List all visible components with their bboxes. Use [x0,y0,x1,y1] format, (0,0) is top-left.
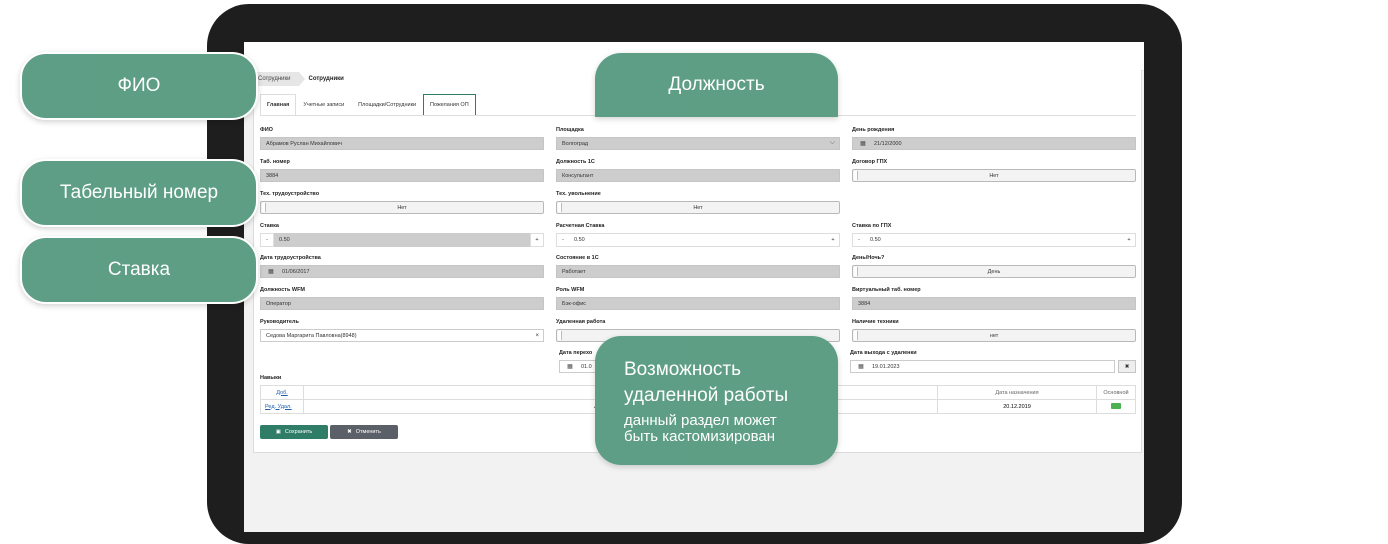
clear-icon[interactable]: × [535,333,539,339]
tab-wishes[interactable]: Пожелания ОП [423,94,476,116]
callout-tab-number: Табельный номер [20,159,258,227]
column-date: Дата назначения [937,385,1097,400]
manager-select[interactable]: Седова Маргарита Павловна(8948) × [260,329,544,342]
calc-rate-label: Расчетная Ставка [556,223,605,229]
position-1c-label: Должность 1С [556,159,595,165]
tab-main[interactable]: Главная [260,94,297,116]
day-night-label: День/Ночь? [852,255,885,261]
cancel-button[interactable]: ✖ Отменить [330,425,398,439]
gph-rate-label: Ставка по ГПХ [852,223,892,229]
cancel-button-label: Отменить [355,429,381,435]
gph-rate-stepper: - 0.50 + [852,233,1136,247]
callout-remote-title: Возможность удаленной работы [624,358,789,406]
calendar-icon[interactable]: ▦ [856,363,866,370]
gph-rate-value[interactable]: 0.50 [865,234,1123,246]
wfm-role-field[interactable]: Бэк-офис [556,297,840,310]
equipment-toggle[interactable]: нет [852,329,1136,342]
callout-remote-work: Возможность удаленной работы данный разд… [595,336,838,465]
rate-minus-button[interactable]: - [260,233,274,247]
transfer-date-value: 01.0 [581,363,592,370]
wfm-position-label: Должность WFM [260,287,306,293]
rate-plus-button[interactable]: + [530,233,544,247]
edit-delete-links[interactable]: Ред. Удал. [265,404,292,410]
tech-employment-label: Тех. трудоустройство [260,191,320,197]
position-1c-field[interactable]: Консультант [556,169,840,182]
gph-contract-toggle[interactable]: Нет [852,169,1136,182]
floppy-icon: ▣ [275,429,281,435]
tab-accounts[interactable]: Учетные записи [296,94,351,116]
virtual-tab-label: Виртуальный таб. номер [852,287,921,293]
birthday-value: 21/12/2000 [874,140,902,147]
calc-rate-minus-button[interactable]: - [557,234,569,246]
tech-dismissal-toggle[interactable]: Нет [556,201,840,214]
hire-date-field[interactable]: ▦ 01/06/2017 [260,265,544,278]
site-label: Площадка [556,127,584,133]
remote-work-label: Удаленная работа [556,319,606,325]
virtual-tab-field[interactable]: 3884 [852,297,1136,310]
tab-number-field[interactable]: 3884 [260,169,544,182]
calc-rate-stepper: - 0.50 + [556,233,840,247]
manager-value: Седова Маргарита Павловна(8948) [266,332,357,339]
tech-dismissal-label: Тех. увольнение [556,191,601,197]
save-button[interactable]: ▣ Сохранить [260,425,328,439]
close-icon: ✖ [347,429,352,435]
rate-label: Ставка [260,223,279,229]
breadcrumb: Сотрудники Сотрудники [253,70,354,88]
wfm-position-field[interactable]: Оператор [260,297,544,310]
site-value: Волгоград [562,140,589,147]
fio-label: ФИО [260,127,273,133]
callout-position: Должность [595,53,838,117]
gph-rate-plus-button[interactable]: + [1123,234,1135,246]
remote-exit-date-label: Дата выхода с удаленки [850,350,917,356]
add-skill-link[interactable]: Доб. [276,390,288,396]
calendar-icon[interactable]: ▦ [858,140,868,147]
manager-label: Руководитель [260,319,299,325]
clear-date-button[interactable]: ✖ [1118,360,1136,373]
calc-rate-plus-button[interactable]: + [827,234,839,246]
tab-number-label: Таб. номер [260,159,290,165]
hire-date-label: Дата трудоустройства [260,255,321,261]
column-main: Основной [1096,385,1136,400]
save-button-label: Сохранить [284,429,313,435]
fio-field[interactable]: Абрамов Руслан Михайлович [260,137,544,150]
breadcrumb-item-current: Сотрудники [308,76,344,82]
chevron-down-icon[interactable]: ⌵ [830,139,835,147]
breadcrumb-item-employees[interactable]: Сотрудники [253,72,304,86]
main-skill-badge [1111,402,1121,409]
callout-rate: Ставка [20,236,258,304]
site-select[interactable]: Волгоград ⌵ [556,137,840,150]
rate-stepper: - 0.50 + [260,233,544,247]
state-1c-label: Состояние в 1С [556,255,599,261]
callout-fio: ФИО [20,52,258,120]
tabs: Главная Учетные записи Площадки/Сотрудни… [260,94,476,116]
skill-date: 20.12.2019 [937,399,1097,414]
callout-remote-subtitle: данный раздел может быть кастомизирован [624,411,777,445]
birthday-field[interactable]: ▦ 21/12/2000 [852,137,1136,150]
remote-exit-date-field[interactable]: ▦ 19.01.2023 [850,360,1115,373]
wfm-role-label: Роль WFM [556,287,585,293]
day-night-toggle[interactable]: День [852,265,1136,278]
gph-contract-label: Договор ГПХ [852,159,888,165]
tab-sites-employees[interactable]: Площадки/Сотрудники [351,94,423,116]
rate-value[interactable]: 0.50 [274,233,530,247]
transfer-date-label: Дата перехо [559,350,593,356]
hire-date-value: 01/06/2017 [282,268,310,275]
remote-exit-date-value: 19.01.2023 [872,363,900,370]
calc-rate-value[interactable]: 0.50 [569,234,827,246]
tech-employment-toggle[interactable]: Нет [260,201,544,214]
calendar-icon[interactable]: ▦ [565,363,575,370]
calendar-icon[interactable]: ▦ [266,268,276,275]
state-1c-field[interactable]: Работает [556,265,840,278]
skills-title: Навыки [260,375,282,381]
equipment-label: Наличие техники [852,319,899,325]
birthday-label: День рождения [852,127,895,133]
gph-rate-minus-button[interactable]: - [853,234,865,246]
